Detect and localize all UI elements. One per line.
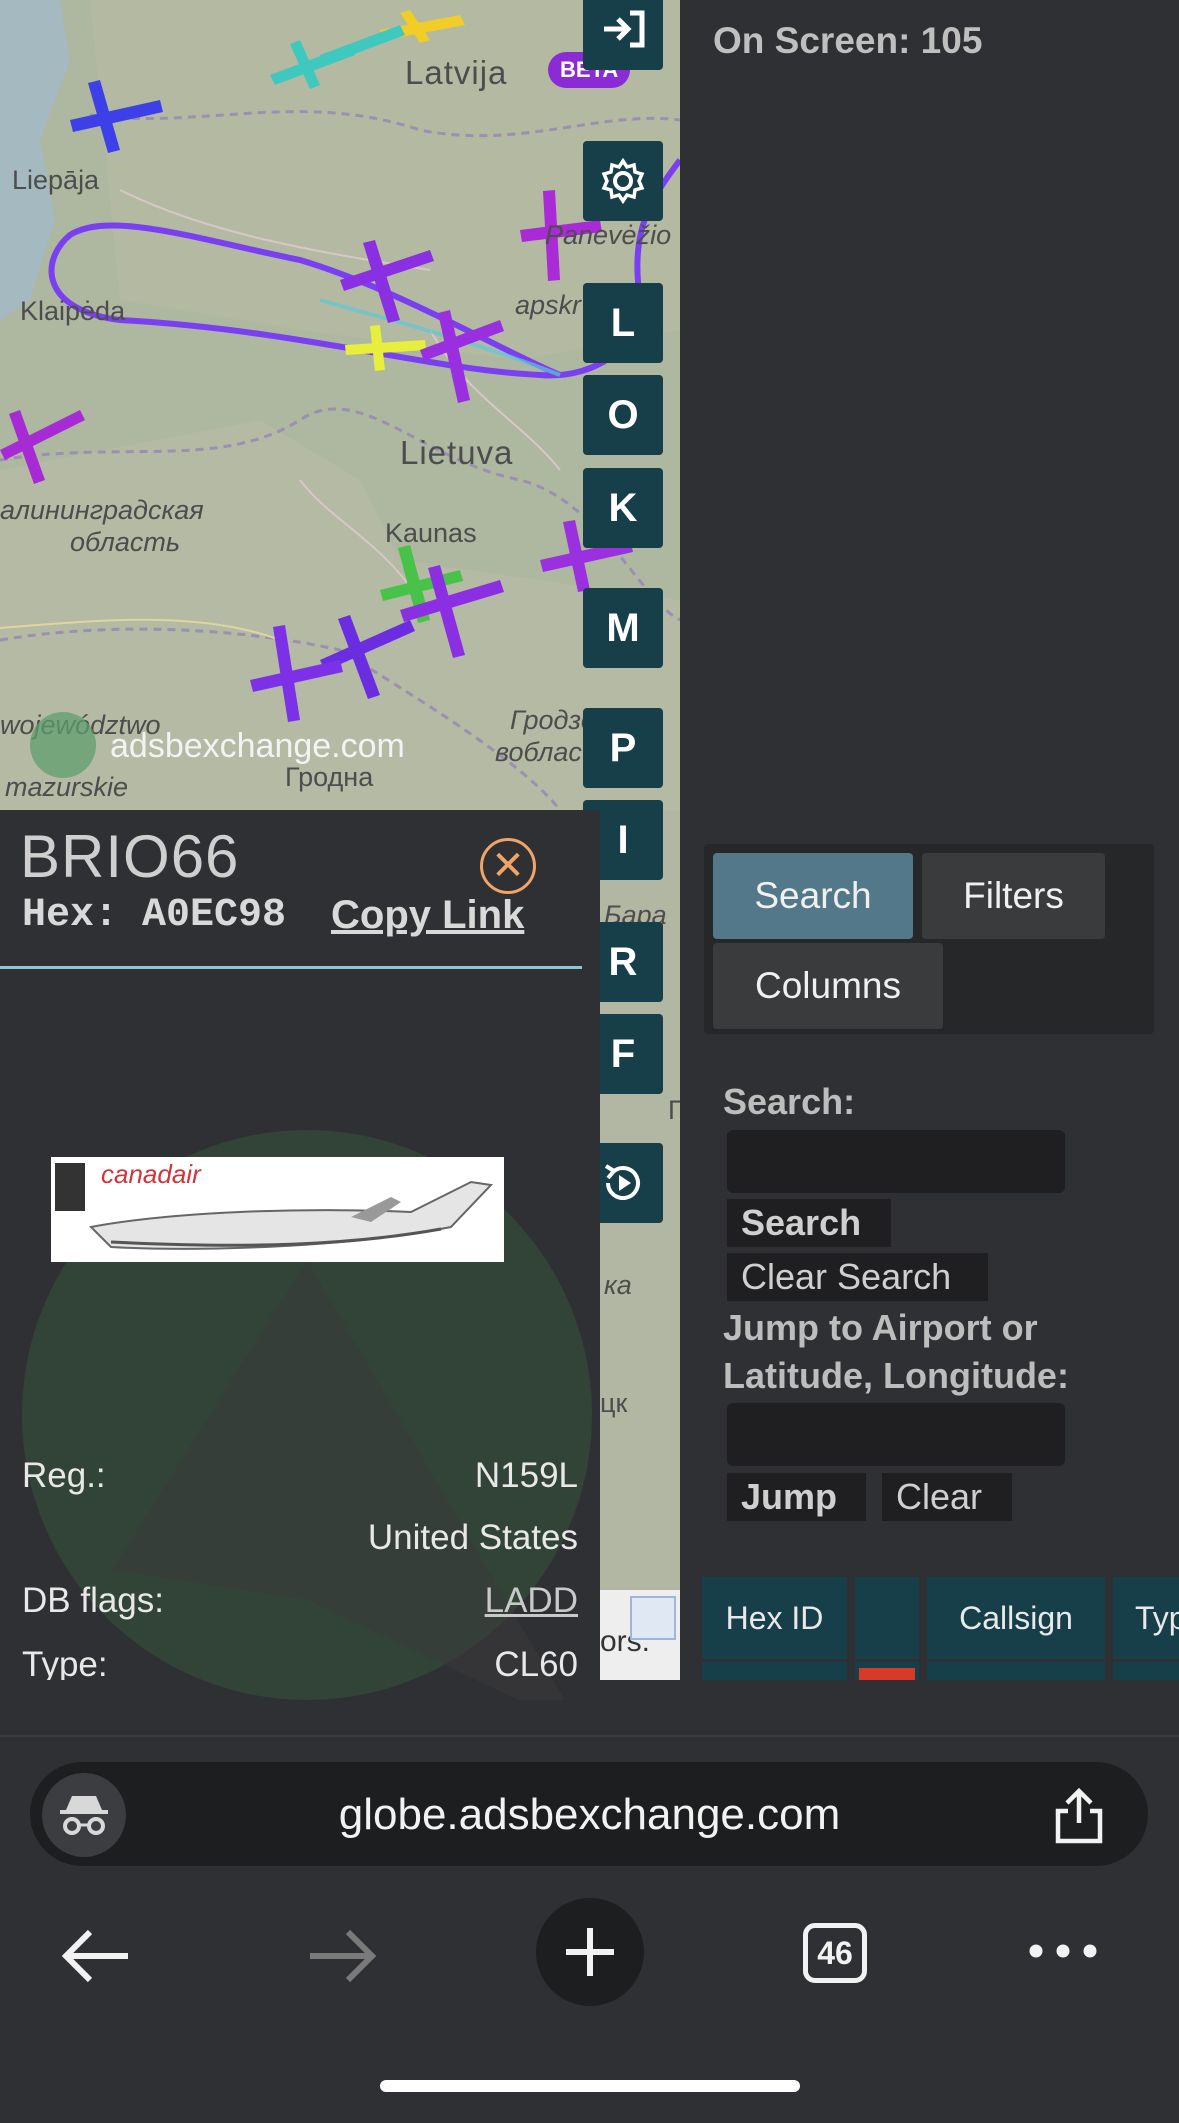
map-view[interactable]: Latvija Liepāja Klaipėda Lietuva Panevėž… [0, 0, 680, 810]
back-arrow-icon [61, 1929, 128, 1983]
copy-link-button[interactable]: Copy Link [331, 893, 524, 938]
home-indicator [380, 2080, 800, 2092]
map-label-panevezio: Panevėžio [545, 220, 672, 250]
column-header-hex-id[interactable]: Hex ID [702, 1577, 847, 1659]
map-label-lietuva: Lietuva [400, 434, 514, 471]
clear-button[interactable]: Clear [882, 1473, 1012, 1521]
flag-icon [859, 1668, 915, 1680]
close-details-button[interactable]: ✕ [480, 838, 536, 894]
jump-label-line1: Jump to Airport or [723, 1307, 1038, 1348]
map-label-apskr: apskr [515, 290, 582, 320]
map-label-ck: цк [600, 1388, 628, 1418]
column-header-flag[interactable] [855, 1577, 919, 1659]
sidebar-button-m[interactable]: M [583, 588, 663, 668]
table-row-cell[interactable] [927, 1662, 1105, 1680]
reg-label: Reg.: [22, 1456, 106, 1495]
jump-input[interactable] [727, 1403, 1065, 1466]
tabs-button[interactable]: 46 [803, 1923, 867, 1983]
map-label-kaliningrad-1: алининградская [0, 495, 204, 525]
table-row-flag-cell [855, 1662, 919, 1680]
replay-icon [604, 1164, 640, 1200]
type-label: Type: [22, 1645, 108, 1680]
aircraft-photo[interactable]: canadair [51, 1157, 504, 1262]
map-canvas [0, 0, 680, 810]
sidebar-button-l[interactable]: L [583, 283, 663, 363]
sidebar-button-k[interactable]: K [583, 468, 663, 548]
type-row-clip: Type: CL60 [0, 1642, 600, 1680]
details-divider [0, 966, 582, 969]
map-label-klaipeda: Klaipėda [20, 296, 126, 326]
on-screen-count: On Screen: 105 [713, 20, 983, 61]
map-label-grodno: Гродна [285, 762, 374, 792]
map-label-kaunas: Kaunas [385, 518, 477, 548]
map-label-latvija: Latvija [405, 54, 508, 91]
sidebar-button-o[interactable]: O [583, 375, 663, 455]
sidebar-button-p[interactable]: P [583, 708, 663, 788]
forward-arrow-icon [310, 1929, 377, 1983]
close-icon: ✕ [491, 844, 525, 888]
map-label-kaliningrad-2: область [70, 527, 181, 557]
tab-search[interactable]: Search [713, 853, 913, 939]
clear-search-button[interactable]: Clear Search [727, 1253, 988, 1301]
aircraft-callsign: BRIO66 [20, 823, 240, 890]
column-header-callsign[interactable]: Callsign [927, 1577, 1105, 1659]
share-button[interactable] [1050, 1785, 1108, 1845]
jump-button[interactable]: Jump [727, 1473, 866, 1521]
more-menu-button[interactable] [1028, 1943, 1098, 1964]
aircraft-photo-brand: canadair [101, 1159, 201, 1189]
table-row-cell[interactable] [1113, 1662, 1179, 1680]
map-label-ka: ка [604, 1270, 632, 1300]
type-value: CL60 [494, 1645, 578, 1680]
map-watermark: adsbexchange.com [110, 727, 405, 765]
plus-icon [566, 1928, 614, 1976]
url-text[interactable]: globe.adsbexchange.com [0, 1790, 1179, 1840]
table-row-cell[interactable] [702, 1662, 847, 1680]
dbflags-value-link[interactable]: LADD [485, 1581, 578, 1621]
search-label: Search: [723, 1081, 856, 1122]
aircraft-hex: Hex: A0EC98 [22, 893, 287, 938]
more-dots-icon [1029, 1944, 1097, 1958]
reg-value: N159L [474, 1456, 578, 1495]
back-button[interactable] [60, 1928, 132, 1989]
tab-columns[interactable]: Columns [713, 943, 943, 1029]
settings-button[interactable] [583, 141, 663, 221]
tab-filters[interactable]: Filters [922, 853, 1105, 939]
column-header-type[interactable]: Typ [1113, 1577, 1179, 1659]
new-tab-button[interactable] [536, 1898, 644, 2006]
country-value: United States [367, 1518, 578, 1557]
exit-icon [604, 10, 645, 48]
dbflags-label: DB flags: [22, 1581, 164, 1620]
search-input[interactable] [727, 1130, 1065, 1193]
map-scale-box [630, 1596, 676, 1640]
exit-fullscreen-button[interactable] [583, 0, 663, 70]
gear-icon [601, 157, 645, 205]
share-icon [1055, 1787, 1103, 1844]
adsbexchange-logo [30, 712, 96, 778]
jump-label-line2: Latitude, Longitude: [723, 1355, 1069, 1396]
map-label-grodno-obl-2: вобласц [495, 737, 598, 767]
map-label-liepaja: Liepāja [12, 165, 100, 195]
map-label-p: П [668, 1095, 680, 1125]
search-button[interactable]: Search [727, 1199, 891, 1247]
forward-button[interactable] [306, 1928, 378, 1989]
